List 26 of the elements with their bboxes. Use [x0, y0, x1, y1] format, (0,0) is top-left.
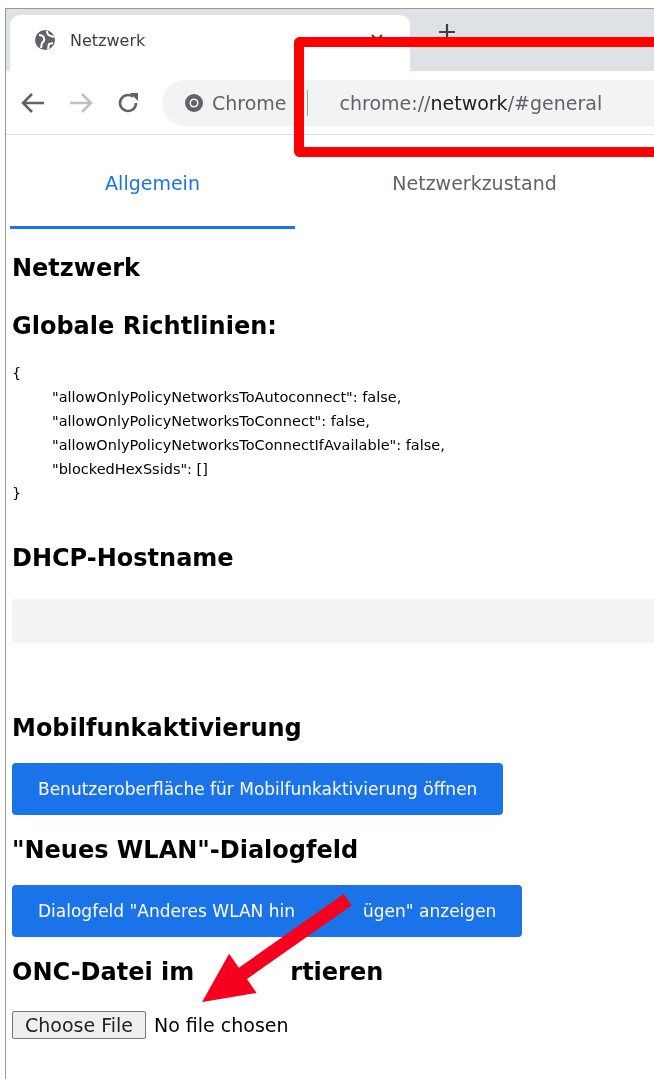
chrome-logo-icon: [184, 92, 204, 113]
section-heading: "Neues WLAN"-Dialogfeld: [12, 835, 360, 865]
back-icon[interactable]: [20, 90, 46, 115]
choose-file-button[interactable]: Choose File: [12, 1011, 146, 1039]
origin-label: Chrome: [212, 91, 287, 114]
tab[interactable]: Netzwerkzustand: [295, 135, 654, 229]
code-line: "allowOnlyPolicyNetworksToAutoconnect": false,: [52, 389, 402, 405]
tab-title: Netzwerk: [70, 30, 147, 50]
section-heading: ONC-Datei im rtieren: [12, 957, 385, 987]
code-line: {: [12, 364, 22, 383]
file-status: No file chosen: [154, 1014, 289, 1036]
address-bar[interactable]: Chrome chrome://network/#general: [162, 79, 654, 126]
tab[interactable]: Allgemein: [10, 135, 296, 229]
section-heading: Mobilfunkaktivierung: [12, 713, 303, 743]
code-line: "blockedHexSsids": []: [52, 461, 208, 477]
code-line: "allowOnlyPolicyNetworksToConnectIfAvailable": false,: [52, 437, 445, 453]
section-heading: DHCP-Hostname: [12, 543, 235, 573]
action-button[interactable]: Dialogfeld "Anderes WLAN hin ügen" anzeigen: [12, 885, 523, 937]
section-heading: Globale Richtlinien:: [12, 311, 278, 341]
action-button[interactable]: Benutzeroberfläche für Mobilfunkaktivierung öffnen: [12, 763, 504, 815]
page-heading: Netzwerk: [12, 253, 142, 283]
reload-icon[interactable]: [116, 90, 140, 115]
code-line: }: [12, 484, 22, 503]
url-text: chrome://network/#general: [339, 91, 603, 114]
code-line: "allowOnlyPolicyNetworksToConnect": false,: [52, 413, 370, 429]
globe-icon: [34, 29, 56, 51]
